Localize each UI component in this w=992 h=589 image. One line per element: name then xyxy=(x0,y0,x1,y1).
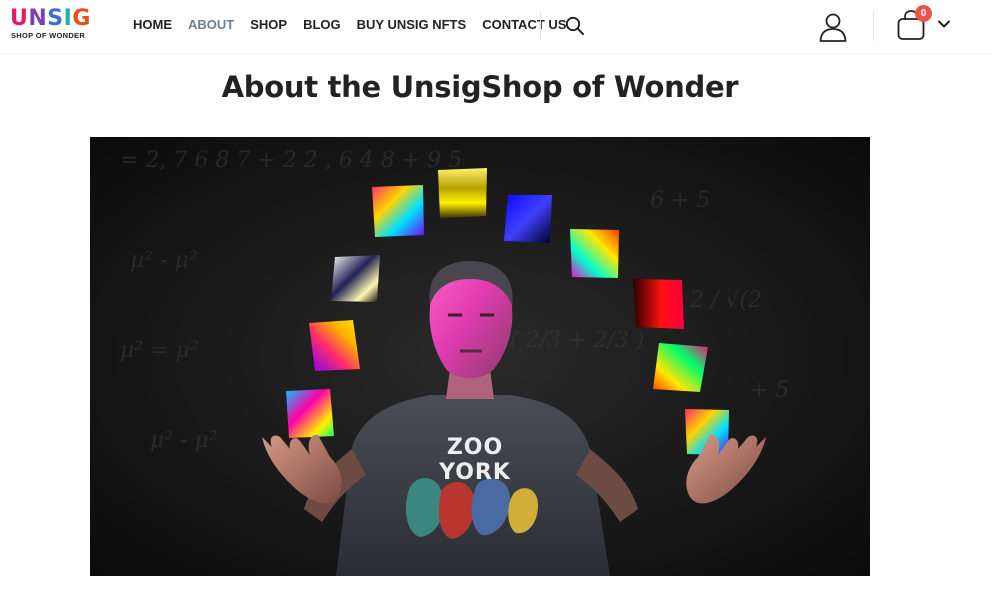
nav-about[interactable]: ABOUT xyxy=(188,17,234,32)
svg-text:6 + 5: 6 + 5 xyxy=(650,188,710,213)
logo-tagline: SHOP OF WONDER xyxy=(11,31,86,40)
search-icon[interactable] xyxy=(564,15,586,37)
chevron-down-icon[interactable] xyxy=(937,17,951,29)
nav-divider xyxy=(540,13,541,39)
user-icon[interactable] xyxy=(817,11,849,43)
nav-shop[interactable]: SHOP xyxy=(250,17,287,32)
page-title: About the UnsigShop of Wonder xyxy=(221,70,739,104)
svg-text:+ 5: + 5 xyxy=(750,378,789,403)
nav-blog[interactable]: BLOG xyxy=(303,17,341,32)
site-header: UNSIG SHOP OF WONDER HOME ABOUT SHOP BLO… xyxy=(0,0,992,54)
svg-text:= 2, 7 6 8 7 + 2 2 , 6 4 8 + 9: = 2, 7 6 8 7 + 2 2 , 6 4 8 + 9 5 xyxy=(120,148,462,173)
nav-contact-us[interactable]: CONTACT US xyxy=(482,17,566,32)
site-logo[interactable]: UNSIG SHOP OF WONDER xyxy=(10,6,94,42)
cart-divider xyxy=(873,11,874,41)
svg-text:( 2/3 + 2/3 ): ( 2/3 + 2/3 ) xyxy=(510,328,644,353)
hero-image: = 2, 7 6 8 7 + 2 2 , 6 4 8 + 9 5 μ² - μ²… xyxy=(90,137,870,576)
shirt-text: ZOO YORK xyxy=(439,435,511,485)
cart-count-badge: 0 xyxy=(915,5,932,22)
nav-home[interactable]: HOME xyxy=(133,17,172,32)
nav-buy-unsig-nfts[interactable]: BUY UNSIG NFTS xyxy=(357,17,467,32)
logo-wordmark: UNSIG xyxy=(10,6,91,31)
svg-text:μ² - μ²: μ² - μ² xyxy=(130,248,198,273)
svg-text:μ² = μ²: μ² = μ² xyxy=(120,338,199,363)
svg-text:μ² - μ²: μ² - μ² xyxy=(150,428,218,453)
main-nav: HOME ABOUT SHOP BLOG BUY UNSIG NFTS CONT… xyxy=(133,17,582,32)
svg-text:2 / √(2: 2 / √(2 xyxy=(689,288,762,313)
